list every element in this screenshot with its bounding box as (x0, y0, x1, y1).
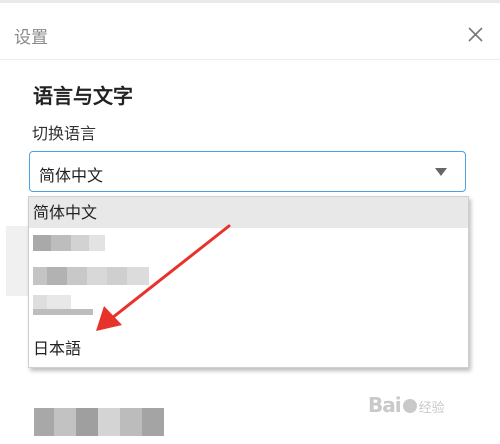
language-dropdown: 简体中文 日本語 (28, 196, 469, 368)
dropdown-option-label: 日本語 (33, 339, 82, 358)
obscured-text (47, 295, 71, 309)
obscured-text (120, 408, 142, 436)
paw-icon (402, 399, 417, 413)
dropdown-option-simplified-chinese[interactable]: 简体中文 (29, 197, 468, 228)
obscured-text (33, 295, 47, 309)
obscured-text (71, 235, 89, 251)
obscured-bottom-item (34, 408, 164, 436)
dropdown-option-obscured[interactable] (29, 265, 468, 285)
obscured-text (67, 267, 87, 285)
obscured-text (54, 408, 76, 436)
dropdown-option-label: 简体中文 (33, 203, 98, 222)
obscured-text (51, 235, 71, 251)
dialog-header: 设置 (0, 3, 500, 60)
obscured-text (47, 267, 67, 285)
obscured-text (89, 235, 105, 251)
obscured-text (87, 267, 107, 285)
obscured-text (33, 267, 47, 285)
obscured-background (6, 226, 28, 296)
obscured-text (33, 235, 51, 251)
caret-down-icon (435, 168, 447, 176)
dropdown-option-obscured[interactable] (29, 233, 468, 253)
obscured-text (76, 408, 98, 436)
watermark-suffix: 经验 (418, 401, 445, 416)
dialog-title: 设置 (14, 28, 48, 48)
close-button[interactable] (465, 24, 487, 46)
section-heading: 语言与文字 (33, 84, 133, 108)
watermark-brand: Bai (368, 393, 402, 417)
language-select-value: 简体中文 (39, 166, 104, 185)
obscured-text (33, 309, 93, 315)
close-icon (468, 27, 483, 42)
obscured-text (98, 408, 120, 436)
dropdown-option-japanese[interactable]: 日本語 (29, 336, 468, 362)
obscured-text (107, 267, 127, 285)
dropdown-option-obscured[interactable] (29, 293, 468, 317)
obscured-text (34, 408, 54, 436)
obscured-text (127, 267, 149, 285)
watermark: Bai 经验 (368, 393, 445, 417)
language-field-label: 切换语言 (32, 124, 97, 143)
obscured-text (142, 408, 164, 436)
language-select[interactable]: 简体中文 (29, 151, 466, 192)
